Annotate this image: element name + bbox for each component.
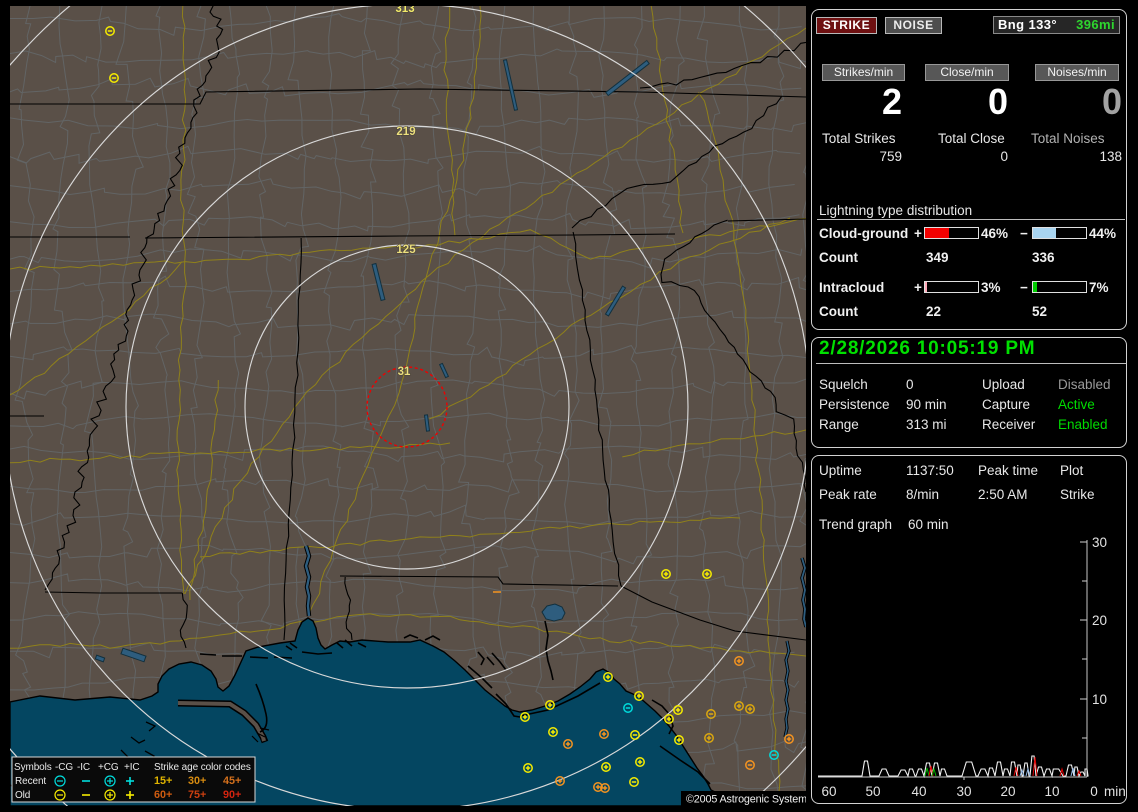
- svg-text:20: 20: [1000, 784, 1015, 799]
- svg-text:40: 40: [911, 784, 926, 799]
- svg-text:10: 10: [1092, 692, 1107, 707]
- svg-text:min: min: [1104, 784, 1126, 799]
- svg-text:20: 20: [1092, 613, 1107, 628]
- svg-text:30: 30: [1092, 535, 1107, 550]
- svg-text:30: 30: [956, 784, 971, 799]
- svg-text:60: 60: [821, 784, 836, 799]
- svg-text:10: 10: [1044, 784, 1059, 799]
- svg-text:50: 50: [865, 784, 880, 799]
- svg-text:0: 0: [1090, 784, 1098, 799]
